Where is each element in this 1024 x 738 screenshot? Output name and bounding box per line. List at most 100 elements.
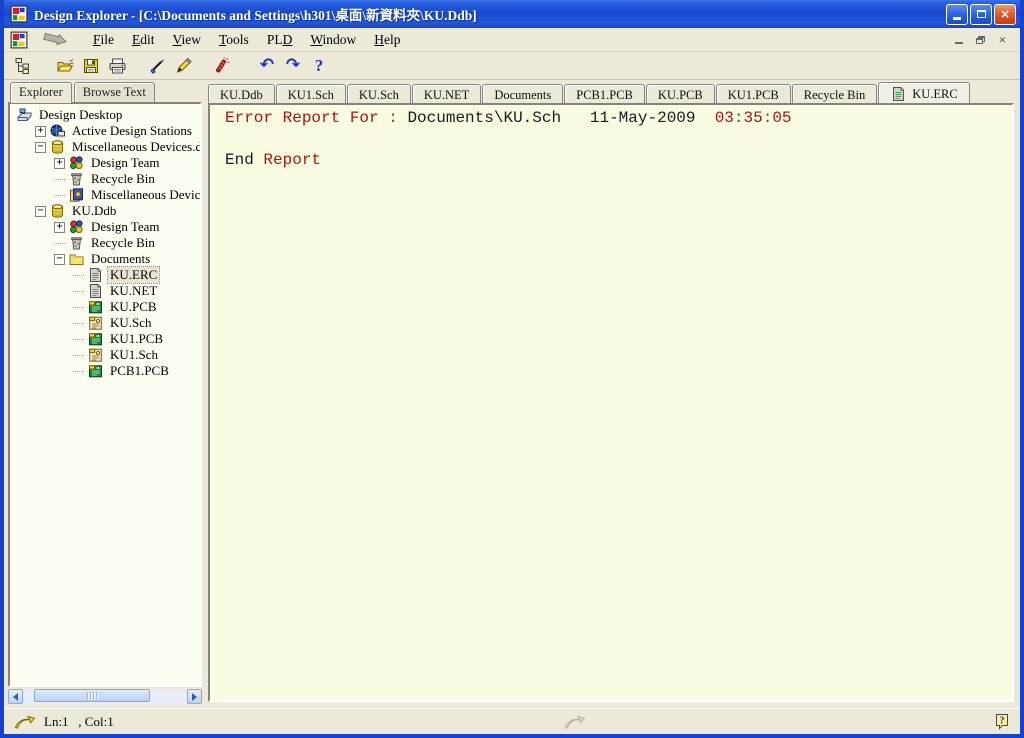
doc-tab-label: KU1.PCB	[728, 88, 779, 103]
window-titlebar[interactable]: Design Explorer - [C:\Documents and Sett…	[4, 0, 1020, 28]
scroll-left-arrow[interactable]	[8, 689, 23, 704]
minimize-button[interactable]	[946, 4, 968, 25]
panel-tab-explorer[interactable]: Explorer	[10, 82, 72, 103]
print-button[interactable]	[104, 54, 130, 78]
maximize-button[interactable]	[970, 4, 992, 25]
document-panel: KU.Ddb KU1.SchKU.SchKU.NETDocumentsPCB1.P…	[204, 80, 1020, 708]
doc-tab-pcb1-pcb[interactable]: PCB1.PCB	[564, 84, 645, 103]
doc-tab-label: KU.Ddb	[220, 88, 263, 103]
tree-item-label: PCB1.PCB	[108, 363, 171, 379]
save-document-button[interactable]	[78, 54, 104, 78]
doc-tab-documents[interactable]: Documents	[482, 84, 563, 103]
tree-item-ku-erc[interactable]: KU.ERC	[12, 267, 200, 283]
tree-item-ku-sch[interactable]: KU.Sch	[12, 315, 200, 331]
menu-file[interactable]: File	[84, 30, 123, 50]
doc-tab-ku-sch[interactable]: KU.Sch	[347, 84, 411, 103]
tree-item-miscellaneous-devices-ddb[interactable]: −Miscellaneous Devices.ddb	[12, 139, 200, 155]
child-restore-button[interactable]	[971, 32, 990, 48]
recycle-icon	[68, 171, 85, 187]
sch-doc-icon	[87, 315, 104, 331]
doc-tab-ku1-sch[interactable]: KU1.Sch	[276, 84, 346, 103]
tree-item-pcb1-pcb[interactable]: PCB1.PCB	[12, 363, 200, 379]
scroll-track[interactable]	[24, 689, 186, 704]
tree-item-ku1-pcb[interactable]: KU1.PCB	[12, 331, 200, 347]
menu-help[interactable]: Help	[365, 30, 409, 50]
open-folder-icon	[56, 57, 75, 75]
tree-item-recycle-bin[interactable]: Recycle Bin	[12, 235, 200, 251]
svg-text:?: ?	[1000, 715, 1005, 726]
collapse-icon[interactable]: −	[35, 142, 46, 153]
help-button[interactable]: ?	[306, 54, 332, 78]
tree-connector	[73, 355, 84, 356]
tree-item-label: Miscellaneous Devices.lib	[89, 187, 202, 203]
tree-item-ku-pcb[interactable]: KU.PCB	[12, 299, 200, 315]
expand-icon[interactable]: +	[54, 158, 65, 169]
tree-item-ku-net[interactable]: KU.NET	[12, 283, 200, 299]
tree-item-ku-ddb[interactable]: − KU.Ddb	[12, 203, 200, 219]
collapse-icon[interactable]: −	[54, 254, 65, 265]
tree-item-design-team[interactable]: + Design Team	[12, 155, 200, 171]
line-col-indicator: Ln:1 , Col:1	[44, 714, 114, 730]
edit-tool-button[interactable]	[170, 54, 196, 78]
tree-item-label: KU.Ddb	[70, 203, 118, 219]
design-manager-panel: ExplorerBrowse Text Design Desktop+Activ…	[4, 80, 204, 708]
document-drop-arrow-icon[interactable]	[42, 32, 68, 48]
tree-item-design-desktop[interactable]: Design Desktop	[12, 107, 200, 123]
doc-tab-ku1-pcb[interactable]: KU1.PCB	[716, 84, 791, 103]
doc-tab-recycle-bin[interactable]: Recycle Bin	[792, 84, 877, 103]
redo-button[interactable]: ↷	[280, 54, 306, 78]
tree-item-label: Design Team	[89, 155, 162, 171]
expand-icon[interactable]: +	[54, 222, 65, 233]
tree-item-miscellaneous-devices-lib[interactable]: Miscellaneous Devices.lib	[12, 187, 200, 203]
cross-probe-button[interactable]	[144, 54, 170, 78]
jump-arrow-gray-icon	[564, 715, 586, 729]
tree-item-label: KU.ERC	[108, 267, 159, 283]
tree-connector	[73, 371, 84, 372]
menu-window[interactable]: Window	[301, 30, 365, 50]
tree-item-label: KU1.Sch	[108, 347, 160, 363]
panel-tab-browse-text[interactable]: Browse Text	[74, 82, 155, 102]
undo-button[interactable]: ↶	[254, 54, 280, 78]
doc-tab-ku-pcb[interactable]: KU.PCB	[646, 84, 715, 103]
menu-view[interactable]: View	[164, 30, 210, 50]
redo-icon: ↷	[286, 57, 300, 74]
doc-tab-ku-ddb[interactable]: KU.Ddb	[208, 84, 275, 103]
menu-pld[interactable]: PLD	[258, 30, 302, 50]
pcb-doc-icon	[87, 363, 104, 379]
run-erc-button[interactable]	[208, 54, 234, 78]
open-document-button[interactable]	[52, 54, 78, 78]
recycle-icon	[68, 235, 85, 251]
database-icon	[49, 139, 66, 155]
tree-item-label: KU1.PCB	[108, 331, 165, 347]
library-icon	[68, 187, 85, 203]
tree-item-active-design-stations[interactable]: +Active Design Stations	[12, 123, 200, 139]
doc-tab-ku-erc[interactable]: KU.ERC	[878, 82, 970, 103]
print-icon	[108, 57, 127, 75]
save-icon	[82, 57, 100, 75]
erc-report-view[interactable]: Error Report For : Documents\KU.Sch 11-M…	[208, 103, 1014, 702]
child-close-button[interactable]: ×	[993, 32, 1012, 48]
design-explorer-window: Design Explorer - [C:\Documents and Sett…	[0, 0, 1024, 738]
scroll-thumb[interactable]	[34, 689, 151, 702]
erc-doc-icon	[890, 86, 907, 102]
context-help-icon[interactable]: ?	[994, 713, 1010, 731]
toggle-design-manager-button[interactable]	[10, 54, 36, 78]
scroll-right-arrow[interactable]	[187, 689, 202, 704]
collapse-icon[interactable]: −	[35, 206, 46, 217]
doc-tab-ku-net[interactable]: KU.NET	[412, 84, 481, 103]
tree-connector	[73, 275, 84, 276]
expand-icon[interactable]: +	[35, 126, 46, 137]
mdi-child-icon[interactable]	[10, 31, 28, 49]
explorer-toggle-icon	[14, 57, 32, 75]
tree-item-design-team[interactable]: +Design Team	[12, 219, 200, 235]
menu-edit[interactable]: Edit	[123, 30, 164, 50]
menu-tools[interactable]: Tools	[210, 30, 258, 50]
desktop-icon	[16, 107, 33, 123]
tree-horizontal-scrollbar[interactable]	[8, 689, 202, 704]
tree-item-ku1-sch[interactable]: KU1.Sch	[12, 347, 200, 363]
close-button[interactable]: ×	[994, 4, 1016, 25]
stations-icon	[49, 123, 66, 139]
child-minimize-button[interactable]	[949, 32, 968, 48]
tree-item-documents[interactable]: −Documents	[12, 251, 200, 267]
tree-item-recycle-bin[interactable]: Recycle Bin	[12, 171, 200, 187]
